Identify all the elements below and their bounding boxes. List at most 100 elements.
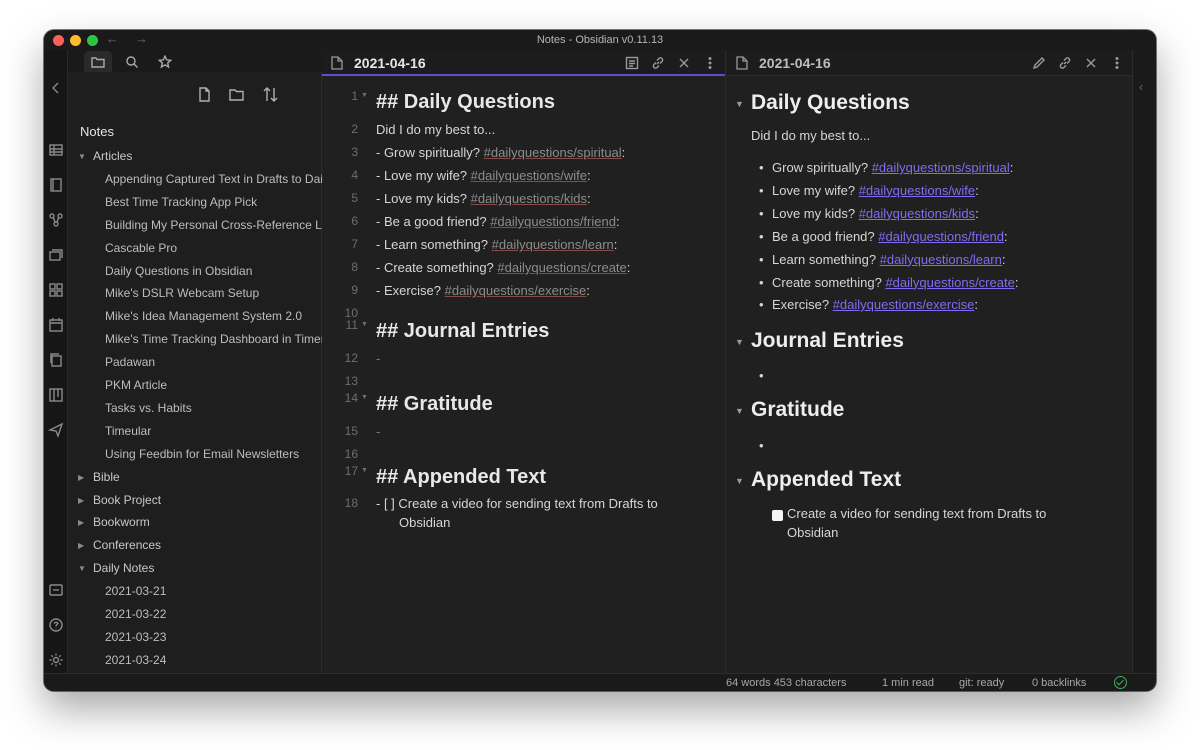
hashtag[interactable]: #dailyquestions/kids: [471, 191, 587, 206]
collapsed-caret-icon[interactable]: ▶: [78, 466, 84, 489]
reading-view-icon[interactable]: [625, 56, 639, 70]
file-item[interactable]: Daily Questions in Obsidian: [68, 260, 322, 283]
tab-starred[interactable]: [151, 51, 179, 72]
file-item[interactable]: 2021-03-23: [68, 626, 322, 649]
tree-item-label: 2021-03-22: [105, 607, 167, 621]
calendar-icon[interactable]: [48, 317, 64, 333]
link-icon[interactable]: [651, 56, 665, 70]
table-icon[interactable]: [48, 142, 64, 158]
line-number: 7: [351, 237, 358, 251]
preview-list-item: • Grow spiritually? #dailyquestions/spiri…: [759, 160, 1013, 175]
kanban-icon[interactable]: [48, 387, 64, 403]
plugins-icon[interactable]: [48, 282, 64, 298]
folder-icon: [91, 56, 105, 68]
preview-heading-daily-questions: ▼ Daily Questions: [735, 91, 910, 114]
sync-status-check-icon[interactable]: [1114, 676, 1127, 689]
hashtag-link[interactable]: #dailyquestions/exercise: [833, 297, 975, 312]
collapse-caret-icon[interactable]: ▼: [735, 337, 744, 347]
file-item[interactable]: 2021-03-21: [68, 580, 322, 603]
new-folder-icon[interactable]: [228, 86, 246, 104]
more-options-icon[interactable]: [703, 56, 717, 70]
task-text-wrap: Obsidian: [399, 515, 451, 530]
list-item-text: Be a good friend?: [772, 228, 879, 244]
collapse-caret-icon[interactable]: ▼: [735, 406, 744, 416]
fold-caret-icon[interactable]: ▼: [361, 467, 368, 474]
tree-item-label: 2021-03-21: [105, 584, 167, 599]
fold-caret-icon[interactable]: ▼: [361, 394, 368, 401]
new-note-icon[interactable]: [196, 86, 214, 104]
expanded-caret-icon[interactable]: ▼: [78, 557, 86, 580]
close-pane-icon[interactable]: [677, 56, 691, 70]
sort-icon[interactable]: [262, 86, 280, 104]
preview-heading-journal: ▼ Journal Entries: [735, 329, 904, 352]
file-item[interactable]: Appending Captured Text in Drafts to Dai: [68, 168, 322, 191]
file-item[interactable]: Mike's Idea Management System 2.0: [68, 305, 322, 328]
settings-gear-icon[interactable]: [48, 652, 64, 668]
list-item-text: - Create something?: [376, 260, 498, 275]
collapse-caret-icon[interactable]: ▼: [735, 99, 744, 109]
backlinks-count[interactable]: 0 backlinks: [1032, 677, 1086, 689]
hashtag[interactable]: #dailyquestions/spiritual: [484, 145, 622, 160]
hashtag-link[interactable]: #dailyquestions/wife: [859, 183, 975, 198]
folder-item[interactable]: ▼ Daily Notes: [68, 557, 322, 580]
edit-pencil-icon[interactable]: [1032, 56, 1046, 70]
preview-pane: 2021-04-16 ▼ Daily Questions Did I do my …: [727, 50, 1132, 673]
collapse-caret-icon[interactable]: ▼: [735, 476, 744, 486]
git-status[interactable]: git: ready: [959, 677, 1004, 689]
hashtag[interactable]: #dailyquestions/create: [497, 260, 626, 275]
send-icon[interactable]: [47, 422, 64, 439]
cards-icon[interactable]: [48, 247, 64, 263]
markdown-editor[interactable]: 1 ▼ ## Daily Questions 2 Did I do my best to…: [322, 76, 725, 673]
tree-item-label: Tasks vs. Habits: [105, 400, 192, 415]
file-item[interactable]: Mike's Time Tracking Dashboard in Timer: [68, 328, 322, 351]
file-item[interactable]: PKM Article: [68, 374, 322, 397]
expand-right-sidebar-icon[interactable]: ‹: [1139, 80, 1143, 94]
file-item[interactable]: Building My Personal Cross-Reference Li: [68, 214, 322, 237]
file-item[interactable]: Timeular: [68, 420, 322, 443]
sidebar-tabs: [68, 50, 322, 72]
preview-list-item: • Be a good friend? #dailyquestions/frien…: [759, 228, 1008, 244]
editor-note-title[interactable]: 2021-04-16: [354, 55, 426, 71]
task-checkbox[interactable]: [772, 510, 783, 521]
collapsed-caret-icon[interactable]: ▶: [78, 534, 84, 557]
folder-item[interactable]: ▶ Book Project: [68, 489, 322, 512]
help-icon[interactable]: [48, 617, 64, 633]
hashtag[interactable]: #dailyquestions/wife: [471, 168, 587, 183]
tab-file-explorer[interactable]: [84, 51, 112, 72]
hashtag-link[interactable]: #dailyquestions/friend: [878, 229, 1004, 244]
file-item[interactable]: Mike's DSLR Webcam Setup: [68, 282, 322, 305]
link-icon[interactable]: [1058, 56, 1072, 70]
fold-caret-icon[interactable]: ▼: [361, 92, 368, 99]
copy-icon[interactable]: [48, 352, 64, 368]
hashtag[interactable]: #dailyquestions/friend: [490, 214, 616, 229]
folder-item[interactable]: ▼ Articles: [68, 145, 322, 168]
expanded-caret-icon[interactable]: ▼: [78, 145, 86, 168]
file-item[interactable]: Tasks vs. Habits: [68, 397, 322, 420]
collapse-sidebar-icon[interactable]: [48, 80, 64, 96]
notebook-icon[interactable]: [48, 177, 64, 193]
hashtag[interactable]: #dailyquestions/exercise: [445, 283, 587, 298]
file-item[interactable]: Padawan: [68, 351, 322, 374]
graph-view-icon[interactable]: [48, 212, 64, 228]
preview-note-title[interactable]: 2021-04-16: [759, 55, 831, 71]
hashtag-link[interactable]: #dailyquestions/create: [885, 275, 1014, 290]
hashtag-link[interactable]: #dailyquestions/learn: [880, 252, 1002, 267]
folder-item[interactable]: ▶ Bookworm: [68, 511, 322, 534]
tab-search[interactable]: [118, 51, 146, 72]
more-options-icon[interactable]: [1110, 56, 1124, 70]
collapsed-caret-icon[interactable]: ▶: [78, 511, 84, 534]
hashtag-link[interactable]: #dailyquestions/kids: [859, 206, 975, 221]
file-item[interactable]: Using Feedbin for Email Newsletters: [68, 443, 322, 466]
file-item[interactable]: Cascable Pro: [68, 237, 322, 260]
hashtag[interactable]: #dailyquestions/learn: [492, 237, 614, 252]
file-item[interactable]: 2021-03-24: [68, 649, 322, 672]
collapsed-caret-icon[interactable]: ▶: [78, 489, 84, 512]
vault-switcher-icon[interactable]: [48, 582, 64, 598]
file-item[interactable]: 2021-03-22: [68, 603, 322, 626]
hashtag-link[interactable]: #dailyquestions/spiritual: [872, 160, 1010, 175]
file-item[interactable]: Best Time Tracking App Pick: [68, 191, 322, 214]
folder-item[interactable]: ▶ Bible: [68, 466, 322, 489]
folder-item[interactable]: ▶ Conferences: [68, 534, 322, 557]
close-pane-icon[interactable]: [1084, 56, 1098, 70]
fold-caret-icon[interactable]: ▼: [361, 321, 368, 328]
